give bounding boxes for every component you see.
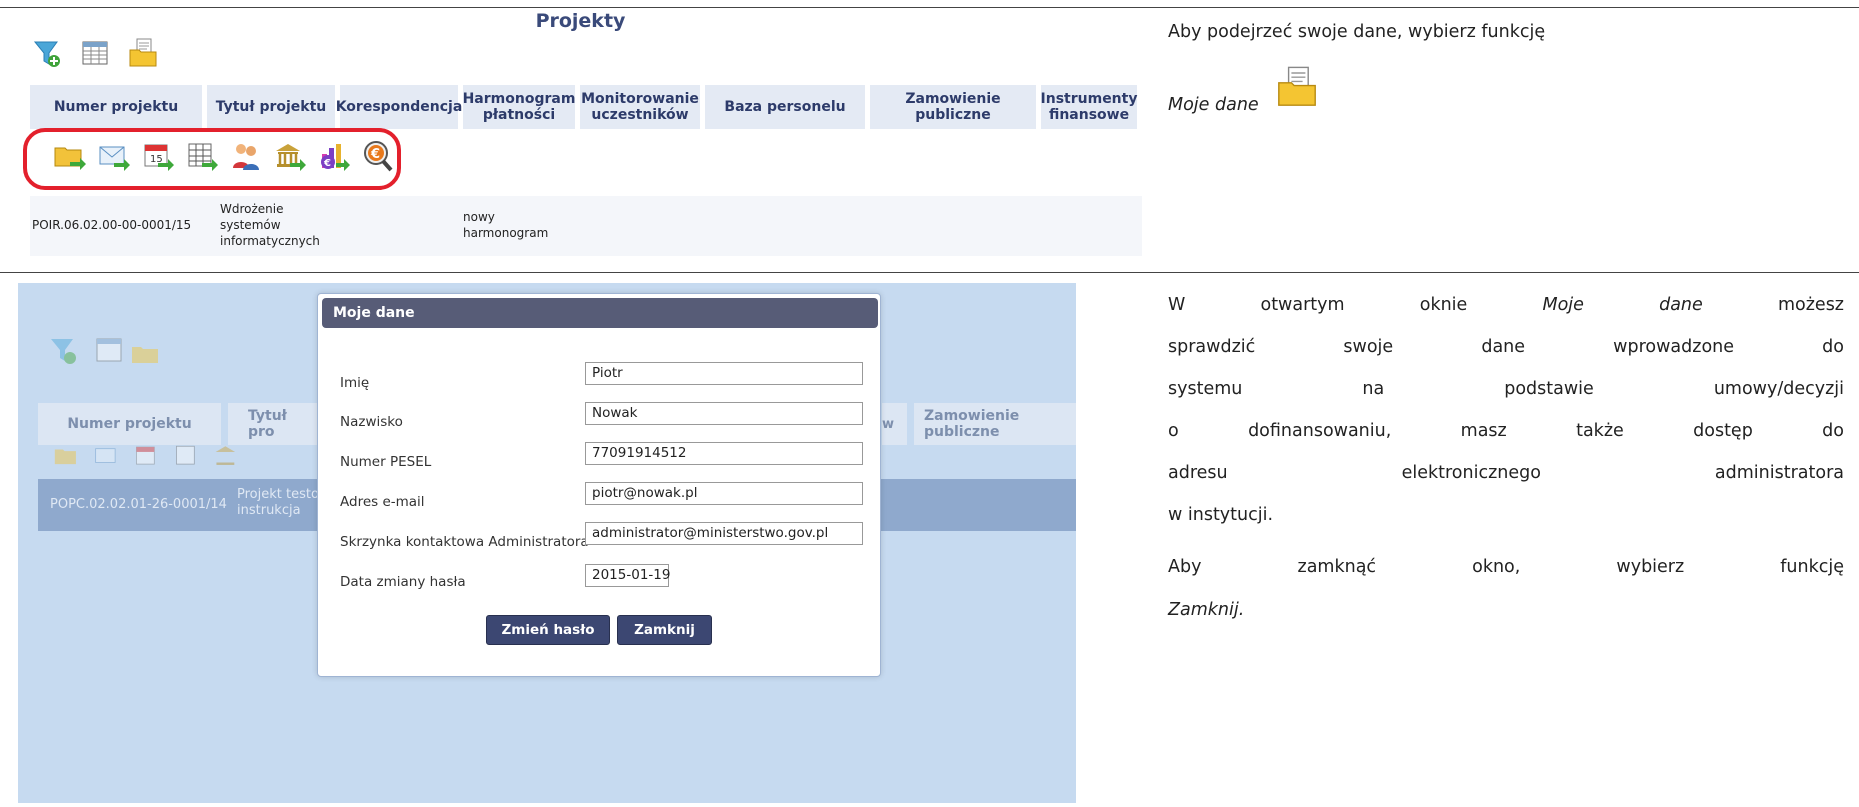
- filter-add-icon[interactable]: [32, 38, 62, 68]
- schedule-line2: harmonogram: [463, 226, 549, 240]
- instruction-p3-line1: Aby zamknąć okno, wybierz funkcję: [1168, 557, 1844, 577]
- col-instrumenty[interactable]: Instrumenty finansowe: [1041, 85, 1137, 129]
- instruction-p2-line2: sprawdzić swoje dane wprowadzone do: [1168, 337, 1844, 357]
- instruction-p3-italic: Zamknij.: [1168, 600, 1244, 620]
- email-field[interactable]: piotr@nowak.pl: [585, 482, 863, 505]
- folder-arrow-icon[interactable]: [54, 140, 86, 172]
- col-tytul-projektu[interactable]: Tytuł projektu: [207, 85, 335, 129]
- chart-euro-icon[interactable]: €: [318, 140, 350, 172]
- folder-icon: [132, 347, 158, 363]
- my-data-dialog: Moje dane Imię Piotr Nazwisko Nowak Nume…: [317, 293, 881, 677]
- pesel-field[interactable]: 77091914512: [585, 442, 863, 465]
- projects-screenshot: Projekty Numer projektu Tytuł projektu K…: [18, 8, 1143, 256]
- col-korespondencja[interactable]: Korespondencja: [336, 85, 462, 129]
- bank-icon: [215, 446, 236, 465]
- folder-arrow-icon: [54, 449, 76, 465]
- close-button[interactable]: Zamknij: [617, 615, 712, 645]
- table-arrow-icon: [176, 445, 195, 465]
- svg-text:€: €: [323, 158, 331, 169]
- p2-part2: możesz: [1702, 295, 1844, 315]
- dialog-title: Moje dane: [322, 298, 878, 328]
- instruction-p2-line4: o dofinansowaniu, masz także dostęp do: [1168, 421, 1844, 441]
- bg-row-title-1: Projekt testo: [237, 487, 319, 502]
- bg-row-title-2: instrukcja: [237, 503, 301, 518]
- pesel-label: Numer PESEL: [340, 454, 432, 470]
- filter-add-icon: [51, 339, 76, 364]
- instruction-p2-line6: w instytucji.: [1168, 505, 1274, 525]
- instruction-p2-line5: adresu elektronicznego administratora: [1168, 463, 1844, 483]
- first-name-label: Imię: [340, 375, 370, 391]
- instruction-p1-line1: Aby podejrzeć swoje dane, wybierz funkcj…: [1168, 22, 1546, 42]
- first-name-field[interactable]: Piotr: [585, 362, 863, 385]
- zamknij-emphasis: Zamknij.: [1168, 600, 1245, 620]
- project-title-line2: systemów: [220, 218, 281, 232]
- middle-separator: [0, 272, 1859, 273]
- bg-col-tytul: Tytuł pro: [228, 403, 318, 445]
- bg-row-number: POPC.02.02.01-26-0001/14: [50, 497, 227, 512]
- my-data-folder-icon: [1278, 66, 1316, 106]
- instruction-p2-line3: systemu na podstawie umowy/decyzji: [1168, 379, 1844, 399]
- bg-col-w: w: [882, 403, 907, 445]
- bg-action-icons: [54, 443, 240, 469]
- mail-arrow-icon[interactable]: [98, 140, 130, 172]
- table-icon: [96, 338, 122, 362]
- bg-col-zamowienie: Zamowienie publiczne: [914, 403, 1076, 445]
- password-change-date-label: Data zmiany hasła: [340, 574, 466, 590]
- svg-text:€: €: [370, 147, 380, 162]
- col-monitorowanie[interactable]: Monitorowanie uczestników: [580, 85, 700, 129]
- p2-italic: Moje dane: [1542, 295, 1703, 315]
- last-name-field[interactable]: Nowak: [585, 402, 863, 425]
- admin-mailbox-field[interactable]: administrator@ministerstwo.gov.pl: [585, 522, 863, 545]
- calendar-arrow-icon[interactable]: 15: [142, 140, 174, 172]
- project-title-line1: Wdrożenie: [220, 202, 284, 216]
- instruction-p1-italic: Moje dane: [1168, 95, 1259, 115]
- change-password-button[interactable]: Zmień hasło: [486, 615, 610, 645]
- project-title-line3: informatycznych: [220, 234, 320, 248]
- instruction-p2-line1: W otwartym oknie Moje dane możesz: [1168, 295, 1844, 315]
- calendar-arrow-icon: [136, 446, 155, 465]
- col-harmonogram[interactable]: Harmonogram płatności: [463, 85, 575, 129]
- project-number: POIR.06.02.00-00-0001/15: [32, 218, 192, 232]
- table-icon[interactable]: [80, 38, 110, 68]
- row-action-icons: 15 € €: [54, 140, 394, 172]
- page-title: Projekty: [535, 10, 626, 32]
- last-name-label: Nazwisko: [340, 414, 403, 430]
- search-euro-icon[interactable]: €: [362, 140, 394, 172]
- people-icon[interactable]: [230, 140, 262, 172]
- bank-arrow-icon[interactable]: [274, 140, 306, 172]
- col-zamowienie[interactable]: Zamowienie publiczne: [870, 85, 1036, 129]
- admin-mailbox-label: Skrzynka kontaktowa Administratora: [340, 534, 589, 550]
- table-header: Numer projektu Tytuł projektu Koresponde…: [30, 85, 1137, 129]
- table-arrow-icon[interactable]: [186, 140, 218, 172]
- email-label: Adres e-mail: [340, 494, 425, 510]
- col-baza-personelu[interactable]: Baza personelu: [705, 85, 865, 129]
- mail-arrow-icon: [95, 448, 116, 463]
- bg-col-numer: Numer projektu: [38, 403, 221, 445]
- moje-dane-emphasis: Moje dane: [1168, 95, 1259, 115]
- p2-part1: W otwartym oknie: [1168, 295, 1543, 315]
- schedule-line1: nowy: [463, 210, 495, 224]
- table-row[interactable]: POIR.06.02.00-00-0001/15 Wdrożenie syste…: [30, 196, 1142, 256]
- col-numer-projektu[interactable]: Numer projektu: [30, 85, 202, 129]
- my-data-folder-icon[interactable]: [128, 38, 158, 68]
- password-change-date-field[interactable]: 2015-01-19: [585, 564, 670, 587]
